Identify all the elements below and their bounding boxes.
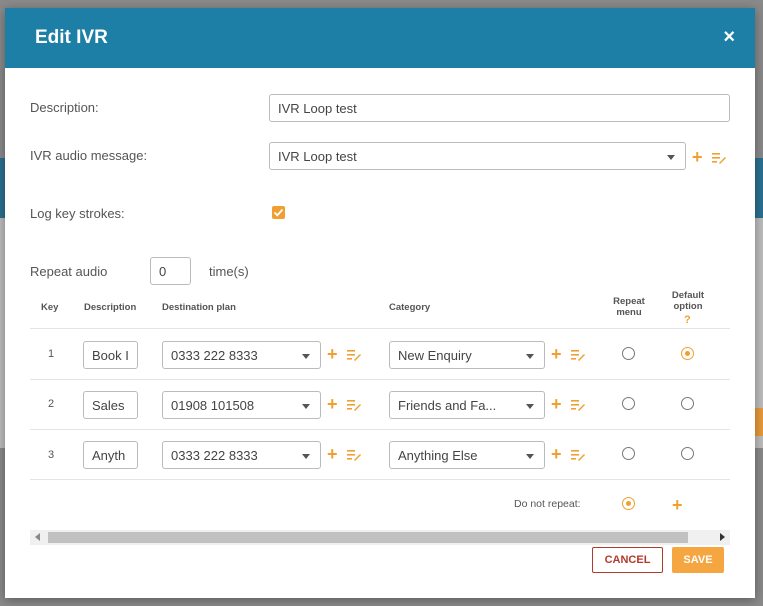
chevron-down-icon <box>526 354 534 359</box>
audio-message-value: IVR Loop test <box>278 149 357 164</box>
close-icon[interactable]: × <box>723 26 735 49</box>
row-category-value: New Enquiry <box>398 348 472 363</box>
row-destination-select[interactable]: 0333 222 8333 <box>162 341 321 369</box>
row-description-input[interactable]: Sales <box>83 391 138 419</box>
column-header-repeat-line2: menu <box>616 307 642 318</box>
do-not-repeat-label: Do not repeat: <box>514 498 581 510</box>
edit-list-icon[interactable] <box>571 399 585 411</box>
repeat-menu-radio[interactable] <box>622 347 635 360</box>
row-key: 2 <box>48 398 55 410</box>
scrollbar-thumb[interactable] <box>48 532 688 543</box>
edit-list-icon[interactable] <box>571 449 585 461</box>
column-header-key: Key <box>41 302 59 313</box>
edit-list-icon[interactable] <box>571 349 585 361</box>
column-header-destination: Destination plan <box>162 302 236 313</box>
row-category-select[interactable]: Friends and Fa... <box>389 391 545 419</box>
background-panel <box>755 408 763 436</box>
repeat-menu-radio[interactable] <box>622 447 635 460</box>
scroll-right-icon[interactable] <box>720 533 725 541</box>
row-category-select[interactable]: Anything Else <box>389 441 545 469</box>
log-keystrokes-checkbox[interactable] <box>272 206 285 219</box>
repeat-audio-label: Repeat audio <box>30 264 108 279</box>
add-row-icon[interactable]: + <box>672 496 683 514</box>
edit-list-icon[interactable] <box>347 449 361 461</box>
column-header-default-line1: Default <box>671 290 705 301</box>
default-option-radio[interactable] <box>681 397 694 410</box>
description-label: Description: <box>30 100 99 115</box>
chevron-down-icon <box>526 454 534 459</box>
repeat-audio-suffix: time(s) <box>209 264 249 279</box>
row-key: 3 <box>48 449 55 461</box>
background-panel <box>755 158 763 218</box>
column-header-default-option: Default option <box>663 290 713 312</box>
save-button[interactable]: SAVE <box>672 547 724 573</box>
row-destination-select[interactable]: 0333 222 8333 <box>162 441 321 469</box>
column-header-repeat-line1: Repeat <box>613 296 645 307</box>
add-icon[interactable]: + <box>327 445 338 463</box>
help-icon[interactable]: ? <box>684 314 691 326</box>
edit-list-icon[interactable] <box>712 152 726 164</box>
repeat-audio-input[interactable]: 0 <box>150 257 191 285</box>
default-option-radio[interactable] <box>681 347 694 360</box>
row-destination-select[interactable]: 01908 101508 <box>162 391 321 419</box>
table-divider <box>30 379 730 380</box>
add-icon[interactable]: + <box>551 345 562 363</box>
column-header-category: Category <box>389 302 431 313</box>
audio-message-select[interactable]: IVR Loop test <box>269 142 686 170</box>
table-divider <box>30 328 730 329</box>
column-header-repeat-menu: Repeat menu <box>604 296 654 318</box>
edit-list-icon[interactable] <box>347 399 361 411</box>
add-icon[interactable]: + <box>551 445 562 463</box>
chevron-down-icon <box>302 454 310 459</box>
column-header-description: Description <box>84 302 137 313</box>
row-destination-value: 01908 101508 <box>171 398 255 413</box>
edit-list-icon[interactable] <box>347 349 361 361</box>
row-category-value: Anything Else <box>398 448 478 463</box>
dialog-header: Edit IVR × <box>5 8 755 68</box>
column-header-default-line2: option <box>673 301 703 312</box>
chevron-down-icon <box>526 404 534 409</box>
edit-ivr-dialog: Edit IVR × Description: IVR Loop test IV… <box>5 8 755 598</box>
row-category-select[interactable]: New Enquiry <box>389 341 545 369</box>
row-description-input[interactable]: Book I <box>83 341 138 369</box>
check-icon <box>273 208 284 217</box>
cancel-button[interactable]: CANCEL <box>592 547 663 573</box>
row-destination-value: 0333 222 8333 <box>171 448 258 463</box>
do-not-repeat-radio[interactable] <box>622 497 635 510</box>
chevron-down-icon <box>302 404 310 409</box>
horizontal-scrollbar[interactable] <box>30 530 730 545</box>
default-option-radio[interactable] <box>681 447 694 460</box>
row-destination-value: 0333 222 8333 <box>171 348 258 363</box>
repeat-menu-radio[interactable] <box>622 397 635 410</box>
row-category-value: Friends and Fa... <box>398 398 497 413</box>
add-icon[interactable]: + <box>327 395 338 413</box>
row-key: 1 <box>48 348 55 360</box>
dialog-title: Edit IVR <box>35 27 108 48</box>
table-divider <box>30 479 730 480</box>
scroll-left-icon[interactable] <box>35 533 40 541</box>
chevron-down-icon <box>667 155 675 160</box>
chevron-down-icon <box>302 354 310 359</box>
audio-message-label: IVR audio message: <box>30 148 148 163</box>
table-divider <box>30 429 730 430</box>
add-icon[interactable]: + <box>327 345 338 363</box>
log-keystrokes-label: Log key strokes: <box>30 206 125 221</box>
row-description-input[interactable]: Anyth <box>83 441 138 469</box>
description-input[interactable]: IVR Loop test <box>269 94 730 122</box>
add-icon[interactable]: + <box>551 395 562 413</box>
add-icon[interactable]: + <box>692 148 703 166</box>
